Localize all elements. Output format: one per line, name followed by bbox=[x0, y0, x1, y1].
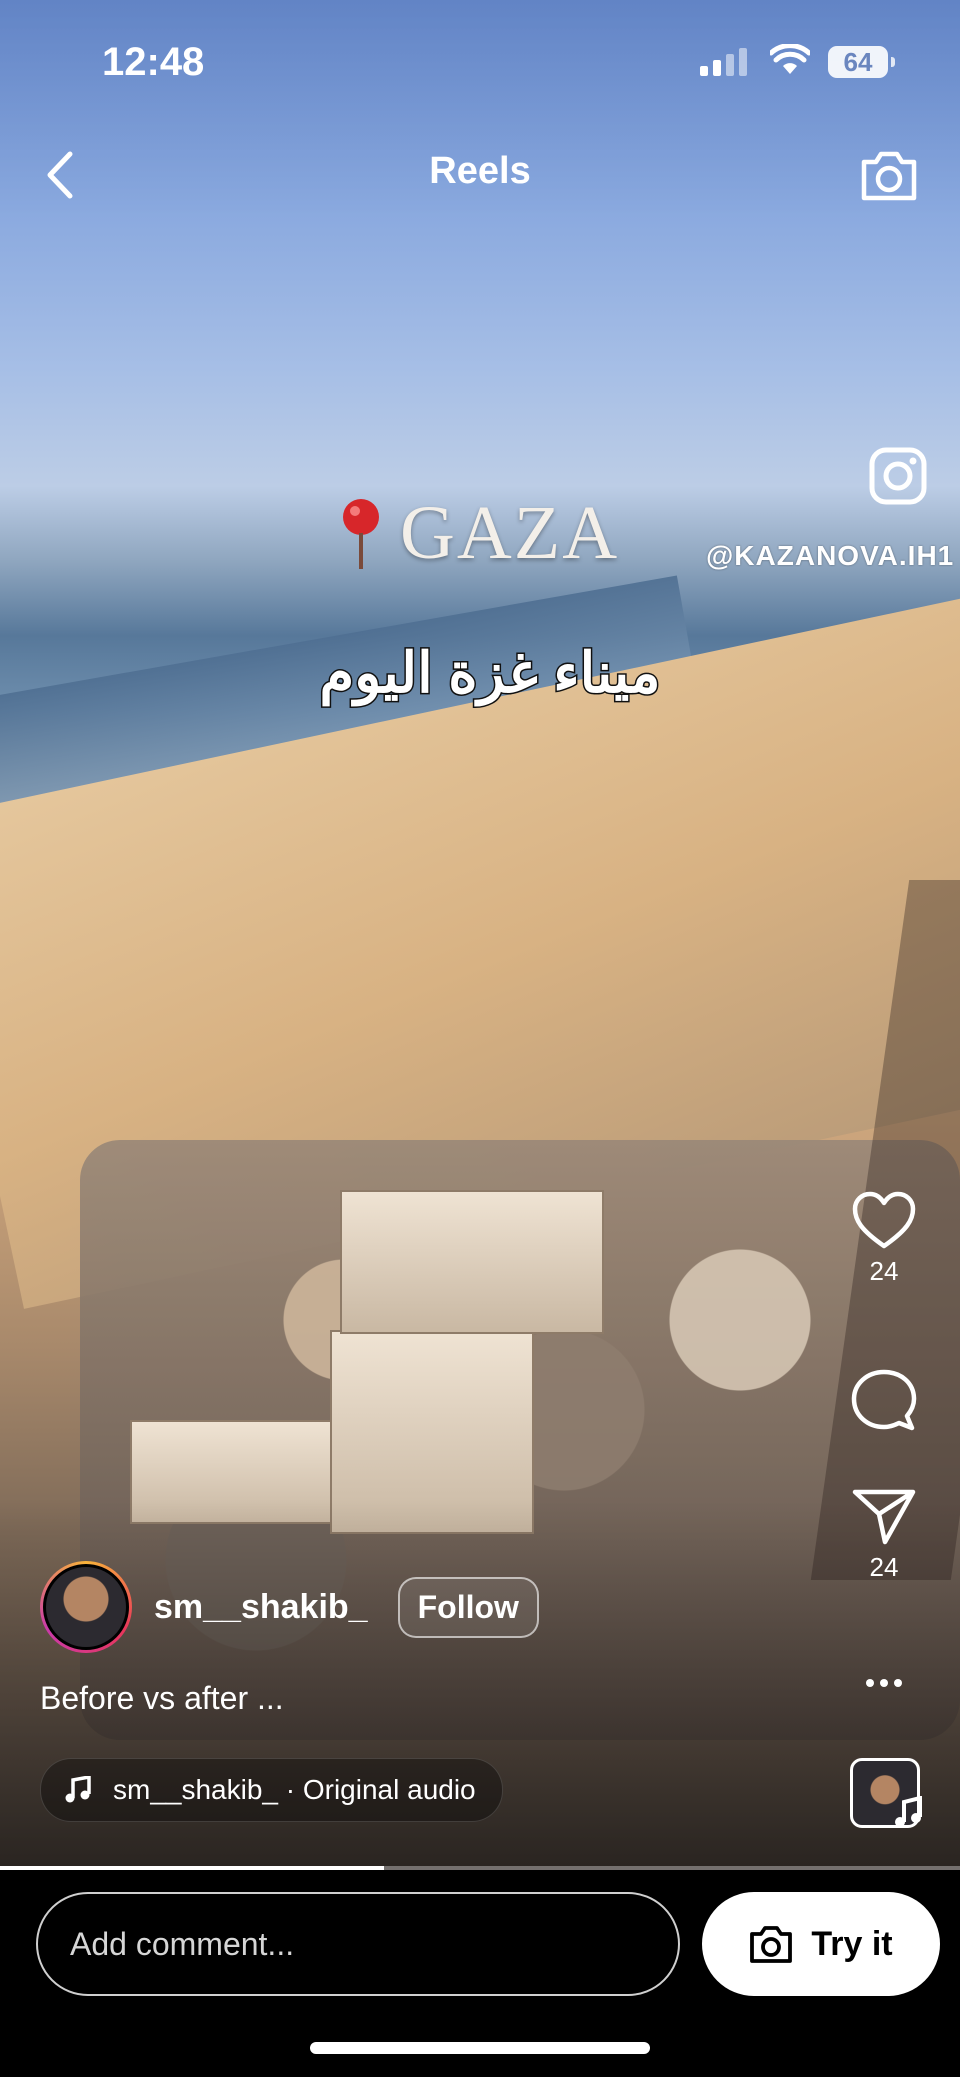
more-icon[interactable] bbox=[864, 1676, 904, 1690]
location-label: GAZA bbox=[400, 491, 620, 575]
video-watermark: @KAZANOVA.IH1 bbox=[706, 540, 955, 571]
comment-icon[interactable] bbox=[851, 1368, 917, 1434]
audio-label: sm__shakib_ · Original audio bbox=[113, 1774, 476, 1805]
home-indicator bbox=[310, 2042, 650, 2054]
share-count: 24 bbox=[869, 1552, 899, 1582]
status-time: 12:48 bbox=[102, 40, 205, 84]
camera-icon bbox=[750, 1926, 793, 1963]
video-building bbox=[340, 1190, 604, 1334]
music-note-icon bbox=[895, 1796, 922, 1827]
bottom-bar: Try it bbox=[0, 1870, 960, 2077]
cellular-signal-icon bbox=[700, 48, 747, 76]
author-avatar[interactable] bbox=[40, 1561, 132, 1653]
follow-button[interactable]: Follow bbox=[397, 1576, 539, 1638]
instagram-logo-icon bbox=[869, 447, 927, 505]
heart-icon[interactable] bbox=[851, 1190, 917, 1250]
share-action: 24 bbox=[848, 1486, 920, 1583]
author-username[interactable]: sm__shakib_ bbox=[154, 1588, 368, 1627]
page-title: Reels bbox=[429, 150, 531, 192]
camera-icon[interactable] bbox=[858, 144, 920, 206]
reels-screen: @KAZANOVA.IH1 GAZA ميناء غزة اليوم 12:48… bbox=[0, 0, 960, 2077]
try-it-button[interactable]: Try it bbox=[702, 1892, 940, 1996]
arabic-caption: ميناء غزة اليوم bbox=[318, 640, 662, 706]
wifi-icon bbox=[770, 44, 810, 74]
send-icon[interactable] bbox=[851, 1486, 917, 1546]
avatar bbox=[43, 1564, 129, 1650]
battery-indicator: 64 bbox=[828, 46, 895, 78]
try-it-label: Try it bbox=[811, 1924, 893, 1963]
like-action: 24 bbox=[848, 1190, 920, 1287]
author-row: sm__shakib_ Follow bbox=[40, 1561, 539, 1653]
audio-pill[interactable]: sm__shakib_ · Original audio bbox=[40, 1758, 503, 1822]
reel-caption[interactable]: Before vs after ... bbox=[40, 1680, 284, 1717]
comment-input[interactable] bbox=[36, 1892, 680, 1996]
location-overlay: GAZA bbox=[340, 490, 619, 577]
like-count: 24 bbox=[869, 1256, 899, 1286]
music-note-icon bbox=[65, 1776, 91, 1803]
location-pin-icon bbox=[343, 498, 379, 569]
status-bar: 12:48 64 bbox=[0, 30, 960, 100]
reels-header: Reels bbox=[0, 140, 960, 210]
comment-action bbox=[848, 1368, 920, 1434]
